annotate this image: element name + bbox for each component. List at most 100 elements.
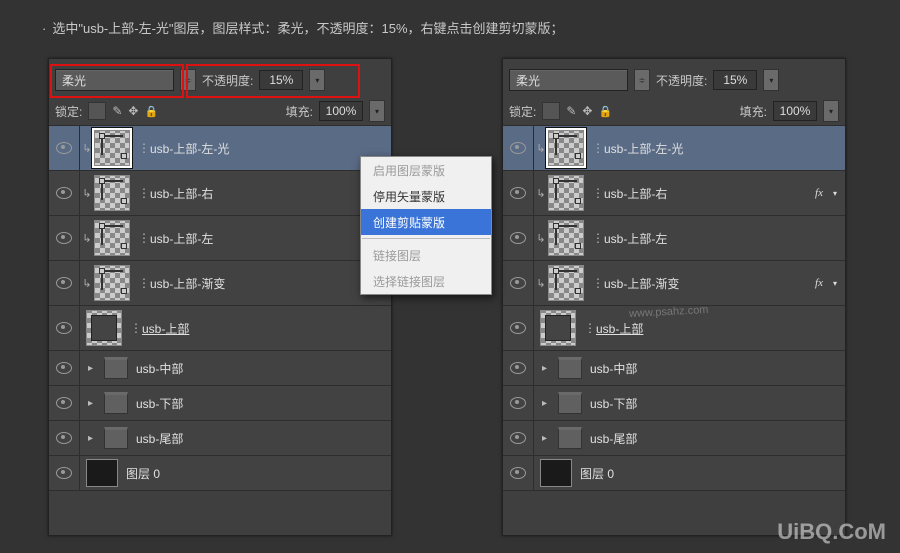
layer-row[interactable]: 图层 0: [503, 456, 845, 491]
link-icon: ⋮: [138, 141, 148, 155]
group-expand-icon[interactable]: ▸: [88, 433, 100, 444]
visibility-toggle[interactable]: [503, 306, 534, 350]
visibility-toggle[interactable]: [49, 386, 80, 420]
opacity-caret-r[interactable]: ▾: [763, 69, 779, 91]
layer-thumbnail[interactable]: [548, 220, 584, 256]
fill-caret-r[interactable]: ▾: [823, 100, 839, 122]
group-expand-icon[interactable]: ▸: [542, 433, 554, 444]
blend-mode-stepper-r[interactable]: ≑: [634, 69, 650, 91]
eye-icon: [510, 362, 526, 374]
group-expand-icon[interactable]: ▸: [542, 398, 554, 409]
fx-badge[interactable]: fx: [815, 187, 823, 199]
clip-marker-icon: ↳: [534, 232, 548, 245]
layer-row[interactable]: ▸usb-尾部: [503, 421, 845, 456]
instruction-text: 选中"usb-上部-左-光"图层，图层样式：柔光，不透明度：15%，右键点击创建…: [42, 18, 564, 37]
layer-name: usb-下部: [136, 395, 183, 412]
lock-transparent-icon[interactable]: [88, 102, 106, 120]
opacity-input[interactable]: 15%: [259, 70, 303, 90]
eye-icon: [510, 467, 526, 479]
layer-row[interactable]: ↳⋮usb-上部-左-光: [503, 126, 845, 171]
layer-thumbnail[interactable]: [86, 459, 118, 487]
lock-label: 锁定:: [55, 103, 82, 120]
clip-marker-icon: ↳: [534, 142, 548, 155]
visibility-toggle[interactable]: [503, 456, 534, 490]
menu-link-layers[interactable]: 链接图层: [361, 242, 491, 268]
layer-row[interactable]: ▸usb-尾部: [49, 421, 391, 456]
visibility-toggle[interactable]: [503, 126, 534, 170]
visibility-toggle[interactable]: [49, 126, 80, 170]
visibility-toggle[interactable]: [503, 261, 534, 305]
visibility-toggle[interactable]: [503, 171, 534, 215]
fill-input-r[interactable]: 100%: [773, 101, 817, 121]
layer-thumbnail[interactable]: [86, 310, 122, 346]
layer-row[interactable]: ⋮usb-上部: [49, 306, 391, 351]
visibility-toggle[interactable]: [503, 421, 534, 455]
group-expand-icon[interactable]: ▸: [542, 363, 554, 374]
layer-row[interactable]: ↳⋮usb-上部-左: [503, 216, 845, 261]
blend-mode-stepper[interactable]: ≑: [180, 69, 196, 91]
visibility-toggle[interactable]: [503, 351, 534, 385]
fx-expand-icon[interactable]: ▾: [833, 189, 837, 198]
visibility-toggle[interactable]: [49, 216, 80, 260]
blend-mode-value-r: 柔光: [516, 72, 540, 89]
opacity-caret[interactable]: ▾: [309, 69, 325, 91]
fill-caret[interactable]: ▾: [369, 100, 385, 122]
blend-mode-dropdown[interactable]: 柔光: [55, 69, 174, 91]
layer-row[interactable]: ▸usb-下部: [503, 386, 845, 421]
layer-row[interactable]: ↳⋮usb-上部-左-光: [49, 126, 391, 171]
layer-row[interactable]: ▸usb-中部: [503, 351, 845, 386]
layer-row[interactable]: ↳⋮usb-上部-右: [49, 171, 391, 216]
visibility-toggle[interactable]: [503, 216, 534, 260]
visibility-toggle[interactable]: [49, 261, 80, 305]
layer-name: usb-上部-左: [604, 230, 667, 247]
layer-name: usb-上部-左-光: [150, 140, 229, 157]
visibility-toggle[interactable]: [49, 171, 80, 215]
clip-marker-icon: ↳: [534, 277, 548, 290]
menu-select-linked[interactable]: 选择链接图层: [361, 268, 491, 294]
layer-row[interactable]: 图层 0: [49, 456, 391, 491]
layer-row[interactable]: ↳⋮usb-上部-右fx▾: [503, 171, 845, 216]
lock-move-icon[interactable]: ✥: [128, 104, 138, 118]
layer-thumbnail[interactable]: [94, 265, 130, 301]
folder-icon: [558, 392, 582, 414]
eye-icon: [510, 187, 526, 199]
layer-thumbnail[interactable]: [540, 459, 572, 487]
lock-transparent-icon-r[interactable]: [542, 102, 560, 120]
layer-thumbnail[interactable]: [548, 130, 584, 166]
blend-mode-value: 柔光: [62, 72, 86, 89]
layer-thumbnail[interactable]: [540, 310, 576, 346]
lock-brush-icon-r[interactable]: ✎: [566, 104, 576, 118]
layer-thumbnail[interactable]: [94, 220, 130, 256]
visibility-toggle[interactable]: [49, 351, 80, 385]
fill-input[interactable]: 100%: [319, 101, 363, 121]
visibility-toggle[interactable]: [49, 306, 80, 350]
group-expand-icon[interactable]: ▸: [88, 363, 100, 374]
layer-name: usb-上部: [142, 320, 189, 337]
lock-brush-icon[interactable]: ✎: [112, 104, 122, 118]
menu-create-clip[interactable]: 创建剪贴蒙版: [361, 209, 491, 235]
layer-row[interactable]: ↳⋮usb-上部-渐变: [49, 261, 391, 306]
layer-row[interactable]: ↳⋮usb-上部-左: [49, 216, 391, 261]
lock-all-icon-r[interactable]: 🔒: [598, 105, 612, 118]
visibility-toggle[interactable]: [49, 456, 80, 490]
menu-enable-mask[interactable]: 启用图层蒙版: [361, 157, 491, 183]
fx-badge[interactable]: fx: [815, 277, 823, 289]
layer-row[interactable]: ▸usb-中部: [49, 351, 391, 386]
folder-icon: [104, 392, 128, 414]
lock-move-icon-r[interactable]: ✥: [582, 104, 592, 118]
visibility-toggle[interactable]: [503, 386, 534, 420]
fx-expand-icon[interactable]: ▾: [833, 279, 837, 288]
lock-all-icon[interactable]: 🔒: [144, 105, 158, 118]
group-expand-icon[interactable]: ▸: [88, 398, 100, 409]
menu-disable-vmask[interactable]: 停用矢量蒙版: [361, 183, 491, 209]
layer-thumbnail[interactable]: [94, 175, 130, 211]
layer-row[interactable]: ▸ usb-下部: [49, 386, 391, 421]
opacity-input-r[interactable]: 15%: [713, 70, 757, 90]
layer-thumbnail[interactable]: [548, 175, 584, 211]
layer-thumbnail[interactable]: [94, 130, 130, 166]
layer-row[interactable]: ↳⋮usb-上部-渐变fx▾: [503, 261, 845, 306]
visibility-toggle[interactable]: [49, 421, 80, 455]
clip-marker-icon: ↳: [80, 277, 94, 290]
blend-mode-dropdown-r[interactable]: 柔光: [509, 69, 628, 91]
layer-thumbnail[interactable]: [548, 265, 584, 301]
